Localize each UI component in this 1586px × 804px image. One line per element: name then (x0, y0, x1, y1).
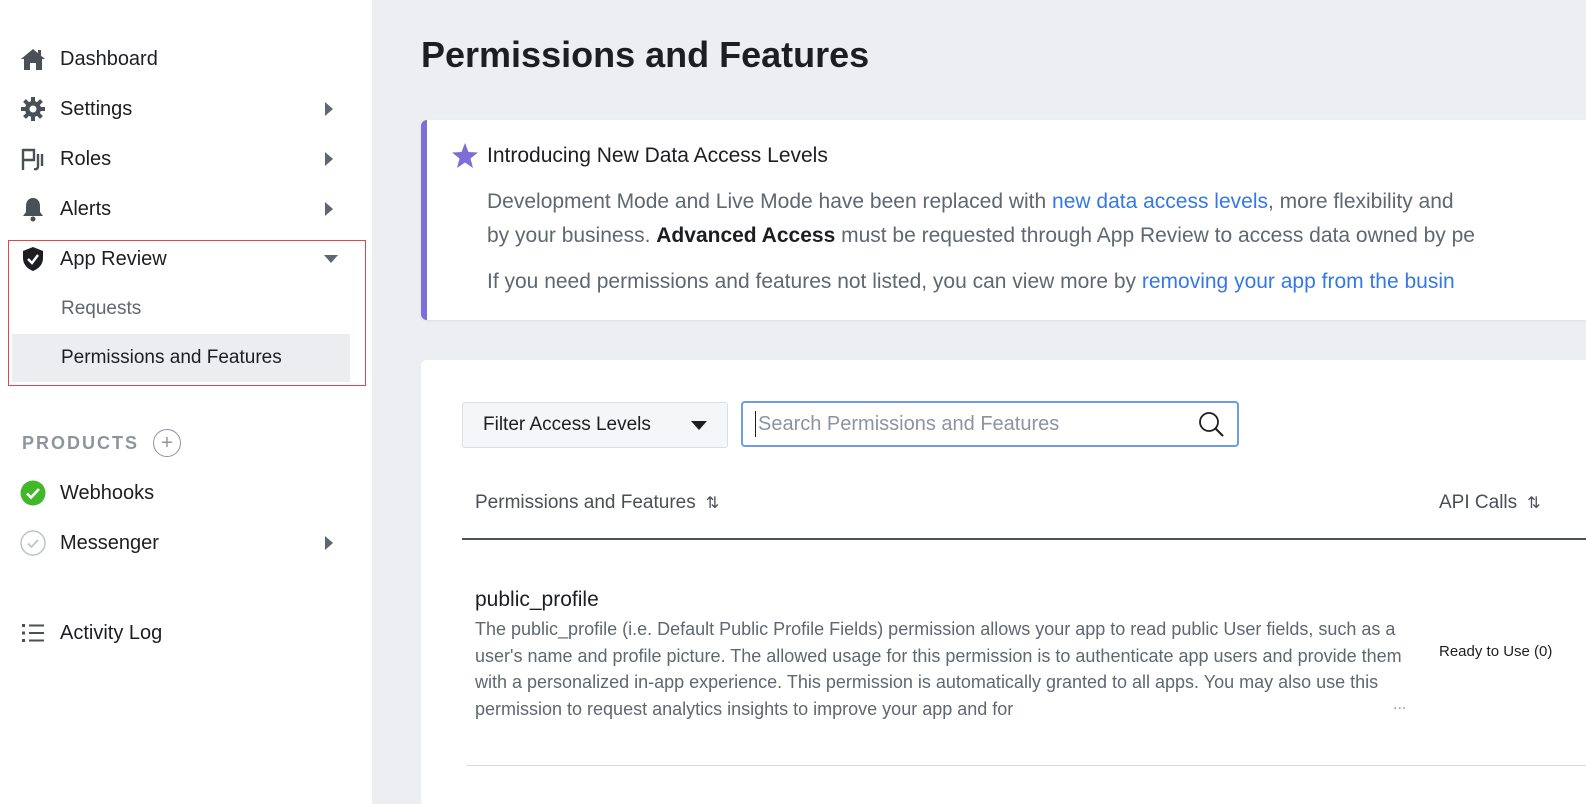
banner-text: , more flexibility and (1267, 190, 1454, 213)
banner-line-1: Development Mode and Live Mode have been… (487, 190, 1454, 214)
banner-bold-text: Advanced Access (656, 224, 836, 247)
sidebar-item-label: Settings (60, 97, 133, 120)
sidebar-item-activity-log[interactable]: Activity Log (0, 611, 372, 655)
add-product-button[interactable]: + (153, 429, 181, 457)
bell-icon (20, 196, 46, 222)
banner-text: Development Mode and Live Mode have been… (487, 190, 1053, 213)
products-heading: PRODUCTS (22, 432, 140, 453)
filter-access-levels-dropdown[interactable]: Filter Access Levels (462, 402, 728, 448)
home-icon (20, 46, 46, 72)
filter-label: Filter Access Levels (483, 414, 651, 435)
banner-text: must be requested through App Review to … (835, 224, 1475, 247)
remove-app-from-business-link[interactable]: removing your app from the busin (1142, 270, 1455, 293)
sidebar-item-dashboard[interactable]: Dashboard (0, 37, 372, 81)
more-ellipsis[interactable]: ... (1393, 696, 1406, 714)
column-header-label: Permissions and Features (475, 492, 696, 513)
sidebar-item-settings[interactable]: Settings (0, 87, 372, 131)
info-banner: Introducing New Data Access Levels Devel… (421, 120, 1586, 320)
sidebar-item-alerts[interactable]: Alerts (0, 187, 372, 231)
banner-text: by your business. (487, 224, 657, 247)
table-header-divider (462, 538, 1586, 540)
sidebar-item-label: Activity Log (60, 621, 163, 644)
row-divider (466, 765, 1586, 766)
sidebar-item-webhooks[interactable]: Webhooks (0, 471, 372, 515)
permissions-card: Filter Access Levels Permissions and Fea… (421, 360, 1586, 804)
page-title: Permissions and Features (421, 34, 870, 75)
list-icon (20, 620, 46, 646)
new-data-access-levels-link[interactable]: new data access levels (1052, 190, 1268, 213)
sort-icon: ⇅ (1527, 495, 1540, 512)
permission-name[interactable]: public_profile (475, 588, 599, 612)
sidebar-item-label: Webhooks (60, 481, 155, 504)
chevron-right-icon (322, 202, 336, 216)
api-calls-status: Ready to Use (0) (1439, 643, 1553, 660)
sidebar-item-label: Dashboard (60, 47, 158, 70)
banner-line-3: If you need permissions and features not… (487, 270, 1455, 294)
sidebar-item-messenger[interactable]: Messenger (0, 521, 372, 565)
highlight-box (8, 240, 366, 386)
chevron-right-icon (322, 152, 336, 166)
chevron-right-icon (322, 102, 336, 116)
star-icon (451, 142, 479, 175)
chevron-right-icon (322, 536, 336, 550)
banner-line-2: by your business. Advanced Access must b… (487, 224, 1475, 248)
sidebar-item-label: Roles (60, 147, 112, 170)
search-field[interactable] (741, 401, 1239, 447)
sort-icon: ⇅ (705, 495, 719, 512)
permission-description: The public_profile (i.e. Default Public … (475, 619, 1402, 719)
sidebar-item-label: Alerts (60, 197, 112, 220)
plus-icon: + (161, 432, 173, 454)
sidebar: Dashboard Settings Roles Alerts App Revi… (0, 0, 372, 804)
banner-title: Introducing New Data Access Levels (487, 144, 828, 167)
caret-down-icon (691, 421, 707, 430)
column-header-permissions[interactable]: Permissions and Features ⇅ (475, 492, 719, 514)
check-circle-outline-icon (20, 530, 46, 556)
search-input[interactable] (755, 411, 1175, 437)
roles-icon (20, 146, 46, 172)
sidebar-item-roles[interactable]: Roles (0, 137, 372, 181)
banner-text: If you need permissions and features not… (487, 270, 1142, 293)
sidebar-item-label: Messenger (60, 531, 159, 554)
column-header-api-calls[interactable]: API Calls ⇅ (1439, 492, 1541, 514)
search-icon (1197, 410, 1225, 443)
check-circle-icon (20, 480, 46, 506)
column-header-label: API Calls (1439, 492, 1518, 513)
gear-icon (20, 96, 46, 122)
